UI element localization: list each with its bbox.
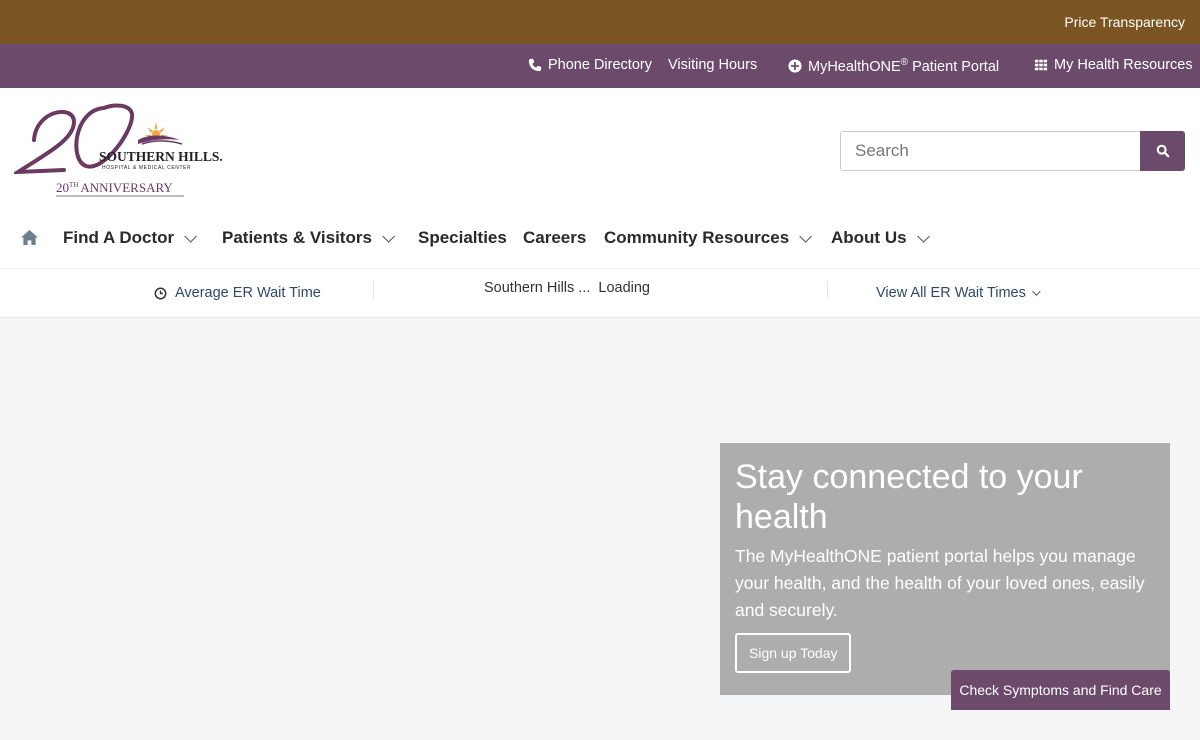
home-icon[interactable] xyxy=(20,229,39,246)
er-facility-status: Southern Hills ... Loading xyxy=(484,280,650,296)
patient-portal-label: MyHealthONE® Patient Portal xyxy=(808,57,1000,75)
price-transparency-link[interactable]: Price Transparency xyxy=(1064,14,1185,30)
check-symptoms-button[interactable]: Check Symptoms and Find Care xyxy=(951,670,1170,710)
search-button[interactable] xyxy=(1140,131,1185,171)
view-all-er-label: View All ER Wait Times xyxy=(876,285,1026,301)
average-er-wait-time[interactable]: Average ER Wait Time xyxy=(154,285,321,301)
nav-patients-visitors[interactable]: Patients & Visitors xyxy=(222,228,395,248)
utility-bar: Phone Directory Visiting Hours MyHealthO… xyxy=(0,44,1200,88)
divider xyxy=(373,281,374,299)
er-wait-status: Loading xyxy=(598,280,650,296)
er-facility-name: Southern Hills ... xyxy=(484,280,591,296)
chevron-down-icon xyxy=(184,229,198,243)
svg-text:20THANNIVERSARY: 20TH ANNIVERSARY xyxy=(56,180,173,195)
health-resources-link[interactable]: My Health Resources xyxy=(1034,57,1193,73)
anniversary-logo-graphic: SOUTHERN HILLS. HOSPITAL & MEDICAL CENTE… xyxy=(10,103,223,197)
svg-text:HOSPITAL & MEDICAL CENTER: HOSPITAL & MEDICAL CENTER xyxy=(102,165,191,171)
nav-about-us[interactable]: About Us xyxy=(831,228,930,248)
visiting-hours-link[interactable]: Visiting Hours xyxy=(668,57,757,73)
patient-portal-link[interactable]: MyHealthONE® Patient Portal xyxy=(788,57,999,75)
chevron-down-icon xyxy=(1032,287,1041,296)
search-input[interactable] xyxy=(840,131,1140,171)
view-all-er-wait-times[interactable]: View All ER Wait Times xyxy=(876,285,1041,301)
portal-promo-card: Stay connected to your health The MyHeal… xyxy=(720,443,1170,695)
chevron-down-icon xyxy=(916,229,930,243)
promo-title: Stay connected to your health xyxy=(735,458,1083,536)
promo-body: The MyHealthONE patient portal helps you… xyxy=(735,546,1145,620)
visiting-hours-label: Visiting Hours xyxy=(668,57,758,73)
main-nav: Find A Doctor Patients & Visitors Specia… xyxy=(0,224,1200,254)
chevron-down-icon xyxy=(799,229,813,243)
portal-plus-icon xyxy=(788,59,802,73)
divider xyxy=(827,281,828,299)
phone-directory-label: Phone Directory xyxy=(548,57,652,73)
top-bar: Price Transparency xyxy=(0,0,1200,44)
search-icon xyxy=(1156,144,1169,158)
sign-up-button[interactable]: Sign up Today xyxy=(735,633,852,673)
health-resources-label: My Health Resources xyxy=(1054,57,1193,73)
logo[interactable]: SOUTHERN HILLS. HOSPITAL & MEDICAL CENTE… xyxy=(10,100,234,200)
phone-icon xyxy=(528,58,542,72)
nav-find-a-doctor[interactable]: Find A Doctor xyxy=(63,228,198,248)
svg-text:SOUTHERN HILLS.: SOUTHERN HILLS. xyxy=(99,149,223,164)
nav-careers[interactable]: Careers xyxy=(523,228,586,248)
grid-icon xyxy=(1034,59,1048,71)
average-er-wait-label: Average ER Wait Time xyxy=(175,285,321,301)
phone-directory-link[interactable]: Phone Directory xyxy=(528,57,652,73)
nav-specialties[interactable]: Specialties xyxy=(418,228,507,248)
chevron-down-icon xyxy=(382,229,395,243)
nav-community-resources[interactable]: Community Resources xyxy=(604,228,813,248)
site-header: SOUTHERN HILLS. HOSPITAL & MEDICAL CENTE… xyxy=(0,88,1200,268)
er-wait-bar: Average ER Wait Time Southern Hills ... … xyxy=(0,268,1200,318)
clock-icon xyxy=(154,287,167,299)
